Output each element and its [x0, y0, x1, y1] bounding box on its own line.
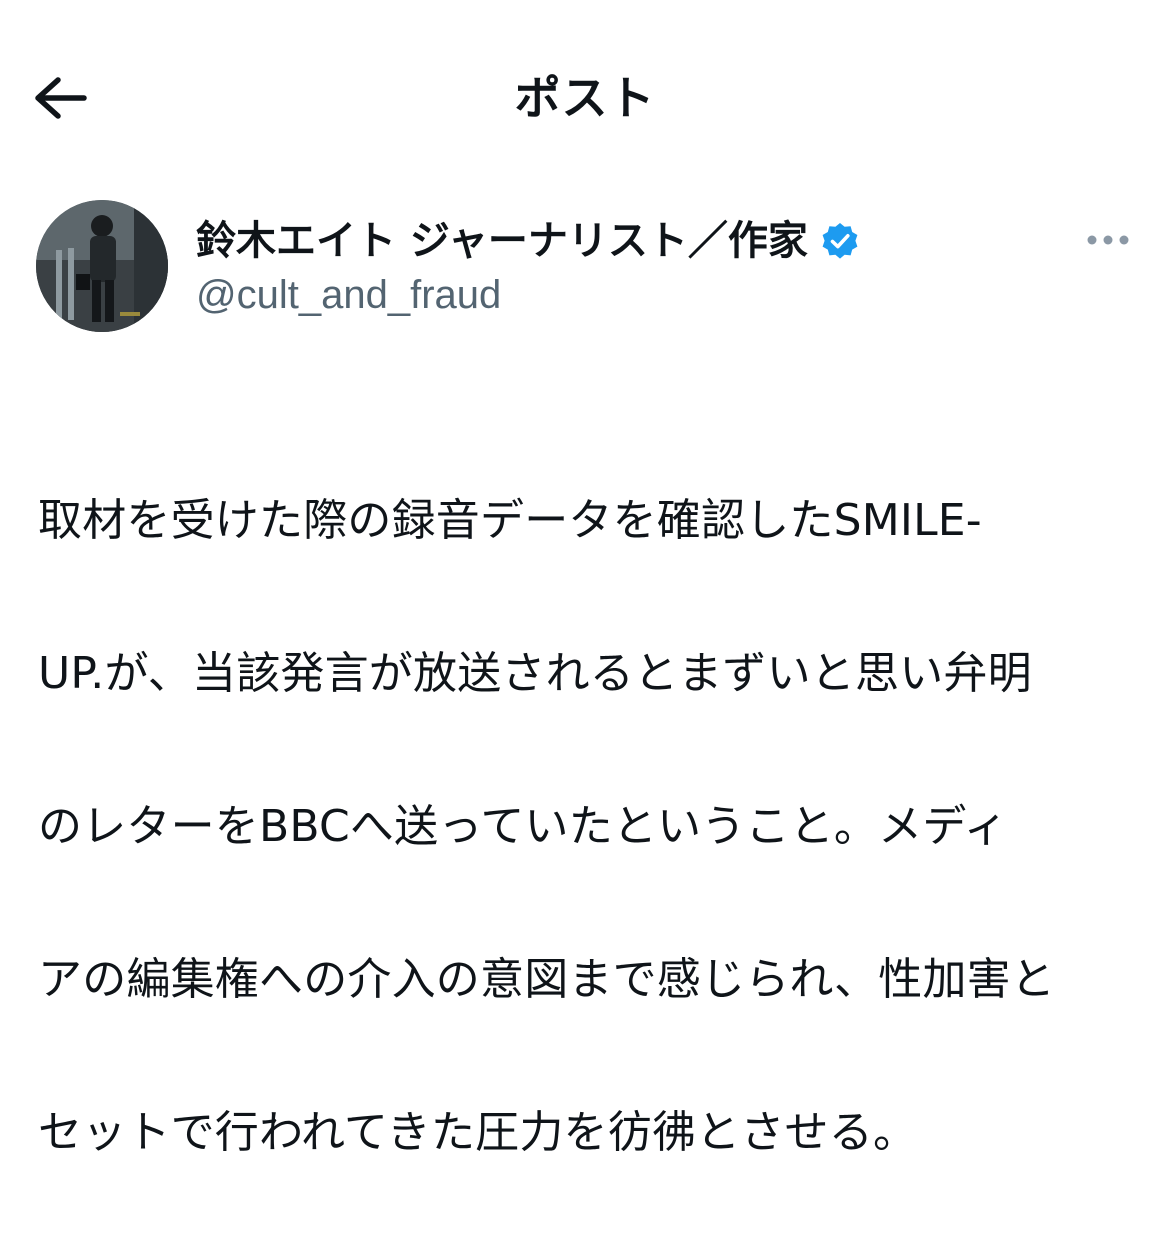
more-options-button[interactable] — [1084, 220, 1132, 260]
author-display-name[interactable]: 鈴木エイト ジャーナリスト／作家 — [196, 216, 808, 266]
post-text-line: セットで行われてきた圧力を彷彿とさせる。 — [38, 1106, 918, 1158]
avatar[interactable] — [36, 200, 168, 332]
author-name-row: 鈴木エイト ジャーナリスト／作家 — [196, 216, 860, 266]
post-text-line: アの編集権への介入の意図まで感じられ、性加害と — [38, 953, 1056, 1005]
top-navigation-bar: ポスト — [0, 0, 1170, 196]
author-handle[interactable]: @cult_and_fraud — [196, 270, 501, 320]
post-text-line: 取材を受けた際の録音データを確認したSMILE- — [38, 494, 982, 546]
avatar-photo — [36, 200, 168, 332]
page-title: ポスト — [514, 71, 656, 125]
verified-badge-icon — [820, 221, 860, 261]
more-horizontal-icon — [1087, 235, 1129, 245]
post-text-line: のレターをBBCへ送っていたということ。メディ — [38, 800, 1008, 852]
post-body-text: 取材を受けた際の録音データを確認したSMILE- UP.が、当該発言が放送される… — [38, 406, 1138, 1248]
post-text-line: UP.が、当該発言が放送されるとまずいと思い弁明 — [38, 647, 1032, 699]
post-author-header: 鈴木エイト ジャーナリスト／作家 @cult_and_fraud — [36, 198, 1136, 338]
